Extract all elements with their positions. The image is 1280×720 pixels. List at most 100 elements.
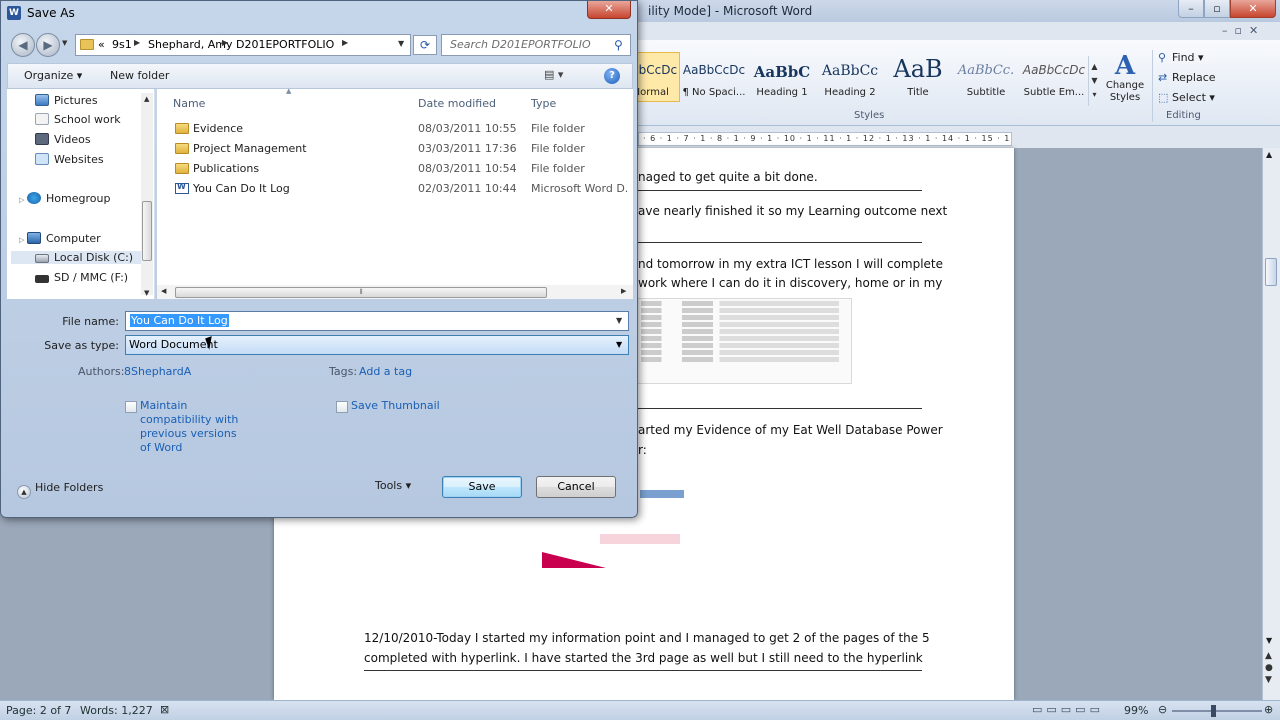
doc-text-line[interactable]: work where I can do it in discovery, hom… [638,276,942,290]
view-mode-buttons[interactable]: ▭▭▭▭▭ [1032,703,1116,719]
tags-field[interactable]: Add a tag [359,365,412,378]
style-subtitle[interactable]: AaBbCc. Subtitle [952,52,1020,102]
folder-icon [175,143,189,154]
save-thumbnail-label[interactable]: Save Thumbnail [351,399,440,413]
expand-chevron-icon[interactable]: ▷ [19,196,24,204]
status-word-count[interactable]: Words: 1,227 [80,704,153,717]
style-heading-2[interactable]: AaBbCc Heading 2 [816,52,884,102]
doc-text-line[interactable]: r: [638,443,647,457]
new-folder-button[interactable]: New folder [110,69,169,82]
maintain-compatibility-checkbox[interactable] [125,401,137,413]
document-window-controls[interactable]: –▫✕ [1222,24,1278,40]
zoom-level[interactable]: 99% [1124,704,1148,717]
nav-item-videos[interactable]: Videos [35,133,91,146]
scroll-right-icon[interactable]: ▶ [621,287,626,295]
doc-text-line[interactable]: arted my Evidence of my Eat Well Databas… [638,423,943,437]
doc-text-line[interactable]: 12/10/2010-Today I started my informatio… [364,631,930,645]
minimize-button[interactable]: – [1178,0,1204,18]
nav-item-local-disk-c[interactable]: Local Disk (C:) [11,251,141,264]
file-name-dropdown-icon[interactable]: ▼ [616,316,622,325]
maintain-compatibility-label[interactable]: Maintain compatibility with previous ver… [140,399,250,455]
vertical-scrollbar[interactable] [1262,148,1280,700]
zoom-out-icon[interactable]: ⊖ [1158,703,1167,716]
status-page-count[interactable]: Page: 2 of 7 [6,704,71,717]
change-styles-button[interactable]: A Change Styles [1102,52,1148,112]
breadcrumb-overflow[interactable]: « [98,38,105,51]
forward-button[interactable]: ▶ [36,33,60,57]
back-button[interactable]: ◀ [11,33,35,57]
search-input[interactable]: Search D201EPORTFOLIO ⚲ [441,34,631,56]
breadcrumb-chevron-icon[interactable]: ▶ [342,38,348,47]
find-button[interactable]: ⚲ Find ▾ [1158,51,1204,69]
hide-folders-button[interactable]: ▲ Hide Folders [17,481,103,499]
help-icon[interactable]: ? [604,68,620,84]
scroll-up-icon[interactable]: ▲ [144,95,149,103]
embedded-table-image[interactable] [636,298,852,384]
doc-text-line[interactable]: nd tomorrow in my extra ICT lesson I wil… [638,257,943,271]
nav-scroll-thumb[interactable] [142,201,152,261]
breadcrumb-chevron-icon[interactable]: ▶ [134,38,140,47]
authors-field[interactable]: 8ShephardA [124,365,191,378]
close-window-button[interactable]: ✕ [1230,0,1276,18]
horizontal-ruler[interactable]: · 6 · 1 · 7 · 1 · 8 · 1 · 9 · 1 · 10 · 1… [638,132,1012,146]
breadcrumb-d201eportfolio[interactable]: D201EPORTFOLIO [236,38,334,51]
nav-item-websites[interactable]: Websites [35,153,104,166]
nav-scrollbar[interactable] [141,93,153,295]
scroll-down-icon[interactable]: ▼ [144,289,149,297]
zoom-slider[interactable] [1172,710,1262,712]
maximize-button[interactable]: ▫ [1204,0,1230,18]
dialog-close-button[interactable]: ✕ [587,1,631,19]
proofing-icon[interactable]: ⊠ [160,703,176,716]
file-row[interactable]: Evidence 08/03/2011 10:55 File folder [171,120,631,139]
save-button[interactable]: Save [442,476,522,498]
file-name-input[interactable]: You Can Do It Log ▼ [125,311,629,331]
horizontal-scroll-thumb[interactable]: ⦀ [175,287,547,298]
breadcrumb-chevron-icon[interactable]: ▶ [222,38,228,47]
breadcrumb-9s1[interactable]: 9s1 [112,38,132,51]
address-bar[interactable]: « 9s1 ▶ Shephard, Amy ▶ D201EPORTFOLIO ▶… [75,34,411,56]
style-heading-1[interactable]: AaBbC Heading 1 [748,52,816,102]
style-no-spaci[interactable]: AaBbCcDc ¶ No Spaci... [680,52,748,102]
scroll-left-icon[interactable]: ◀ [161,287,166,295]
tools-button[interactable]: Tools ▾ [375,479,411,492]
style-subtle-em[interactable]: AaBbCcDc Subtle Em... [1020,52,1088,102]
doc-text-line[interactable]: naged to get quite a bit done. [638,170,818,184]
file-row[interactable]: You Can Do It Log 02/03/2011 10:44 Microso… [171,180,631,199]
save-as-type-dropdown-icon[interactable]: ▼ [616,340,622,349]
nav-item-homegroup[interactable]: Homegroup [27,192,110,205]
browse-object-icons[interactable]: ▲ ● ▼ [1265,650,1273,686]
file-row[interactable]: Project Management 03/03/2011 17:36 File f… [171,140,631,159]
save-thumbnail-checkbox[interactable] [336,401,348,413]
search-icon[interactable]: ⚲ [614,38,623,52]
expand-chevron-icon[interactable]: ▷ [19,236,24,244]
zoom-slider-thumb[interactable] [1210,705,1216,717]
nav-item-pictures[interactable]: Pictures [35,94,98,107]
file-row[interactable]: Publications 08/03/2011 10:54 File folder [171,160,631,179]
style-title[interactable]: AaB Title [884,52,952,102]
organize-button[interactable]: Organize ▾ [24,69,82,82]
column-header-type[interactable]: Type [531,97,556,110]
zoom-in-icon[interactable]: ⊕ [1264,703,1273,716]
doc-text-line[interactable]: completed with hyperlink. I have started… [364,651,923,665]
scroll-up-icon[interactable]: ▲ [1266,150,1272,159]
save-as-type-select[interactable]: Word Document ▼ [125,335,629,355]
nav-item-label: School work [54,113,121,126]
replace-button[interactable]: ⇄ Replace [1158,71,1216,89]
address-dropdown-icon[interactable]: ▼ [398,39,404,48]
styles-more-button[interactable]: ▲ ▼ ▾ [1088,56,1100,106]
column-header-name[interactable]: Name [173,97,205,110]
breadcrumb-shephard-amy[interactable]: Shephard, Amy [148,38,232,51]
vertical-scroll-thumb[interactable] [1265,258,1277,286]
change-view-button[interactable]: ▤ ▾ [544,68,578,81]
nav-item-computer[interactable]: Computer [27,232,101,245]
column-header-date[interactable]: Date modified [418,97,496,110]
nav-item-sd-mmc-f[interactable]: SD / MMC (F:) [35,271,128,284]
doc-text-line[interactable]: ave nearly finished it so my Learning ou… [638,204,947,218]
refresh-button[interactable]: ⟳ [413,35,437,55]
style-preview: AaBbCc [821,63,879,79]
select-button[interactable]: ⬚ Select ▾ [1158,91,1215,109]
recent-locations-dropdown[interactable]: ▼ [62,39,67,47]
nav-item-school-work[interactable]: School work [35,113,121,126]
cancel-button[interactable]: Cancel [536,476,616,498]
scroll-down-icon[interactable]: ▼ [1266,636,1272,645]
